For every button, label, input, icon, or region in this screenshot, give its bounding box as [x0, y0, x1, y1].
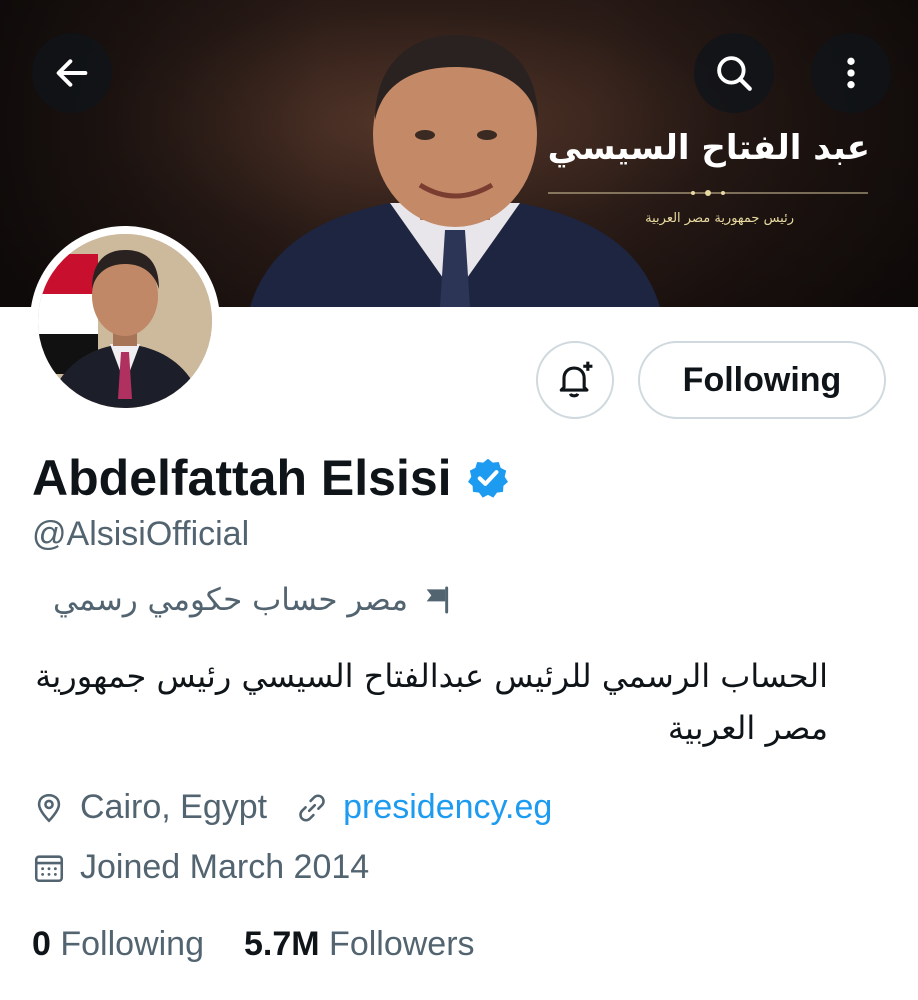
account-label-text: مصر حساب حكومي رسمي	[52, 582, 408, 618]
avatar-image	[38, 234, 212, 408]
profile-meta-row: Cairo, Egypt presidency.eg	[32, 788, 552, 827]
avatar-portrait	[38, 234, 212, 408]
following-label: Following	[60, 925, 204, 963]
followers-stat[interactable]: 5.7M Followers	[244, 925, 475, 964]
display-name: Abdelfattah Elsisi	[32, 450, 452, 506]
more-vertical-icon	[847, 57, 855, 89]
following-button[interactable]: Following	[638, 341, 886, 419]
bell-plus-icon	[559, 361, 593, 398]
flag-icon	[426, 586, 449, 614]
search-button[interactable]	[694, 33, 774, 113]
website-link[interactable]: presidency.eg	[343, 788, 552, 827]
joined-row: Joined March 2014	[32, 848, 369, 887]
following-stat[interactable]: 0 Following	[32, 925, 204, 964]
following-count: 0	[32, 925, 51, 963]
follow-stats: 0 Following 5.7M Followers	[32, 925, 475, 964]
joined-date-text: Joined March 2014	[80, 848, 370, 886]
arrow-left-icon	[56, 59, 88, 87]
profile-bio: الحساب الرسمي للرئيس عبدالفتاح السيسي رئ…	[35, 657, 828, 747]
followers-count: 5.7M	[244, 925, 320, 963]
profile-name-row: Abdelfattah Elsisi	[32, 448, 510, 508]
location-pin-icon	[37, 793, 61, 823]
more-options-button[interactable]	[811, 33, 891, 113]
account-label-row[interactable]: مصر حساب حكومي رسمي	[32, 582, 452, 618]
link-icon	[299, 794, 325, 821]
calendar-icon	[34, 854, 64, 882]
notifications-button[interactable]	[536, 341, 614, 419]
location-text: Cairo, Egypt	[80, 788, 268, 826]
back-button[interactable]	[32, 33, 112, 113]
banner-name-text: عبد الفتاح السيسي	[547, 128, 870, 168]
banner-subtitle-text: رئيس جمهورية مصر العربية	[645, 211, 794, 226]
verified-badge-icon[interactable]	[466, 456, 510, 500]
user-handle: @AlsisiOfficial	[32, 515, 250, 553]
followers-label: Followers	[329, 925, 475, 963]
avatar[interactable]	[30, 226, 220, 416]
search-icon	[717, 56, 752, 91]
banner-divider	[548, 190, 868, 196]
